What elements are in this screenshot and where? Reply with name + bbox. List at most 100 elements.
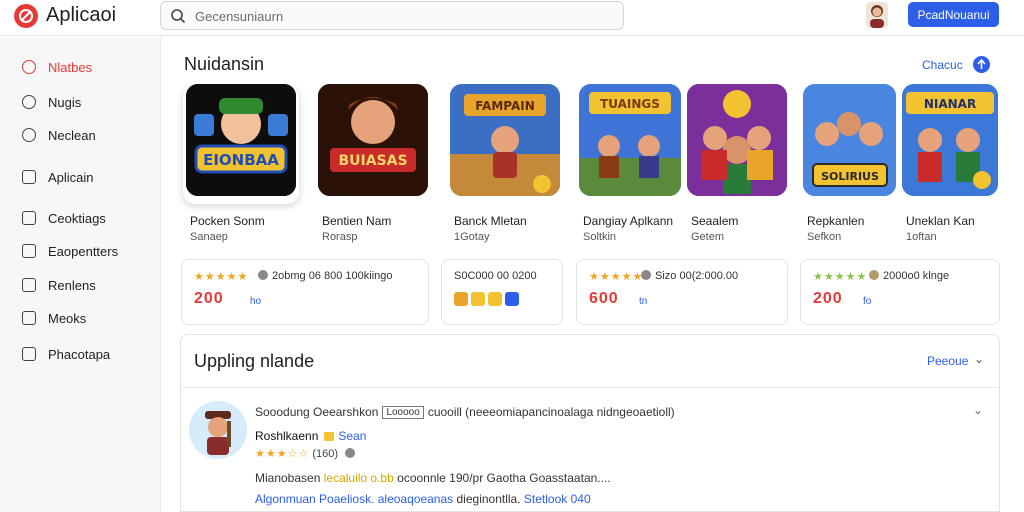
sidebar-item-label: Meoks bbox=[48, 310, 87, 326]
user-avatar[interactable] bbox=[866, 2, 888, 28]
panel-action-link[interactable]: Peeoue bbox=[927, 354, 968, 368]
game-subtitle: 1oftan bbox=[906, 231, 937, 243]
panel-title: Uppling nlande bbox=[194, 351, 315, 371]
game-thumbnail[interactable]: TUAINGS bbox=[579, 84, 681, 196]
rating-score: 200 bbox=[813, 290, 843, 308]
sidebar-item-4[interactable]: Ceoktiags bbox=[22, 208, 106, 228]
game-art-label: SOLIRIUS bbox=[821, 170, 879, 183]
game-subtitle: Sefkon bbox=[807, 231, 842, 243]
game-card-4[interactable]: Seaalem Getem bbox=[687, 84, 805, 250]
sidebar-item-label: Aplicain bbox=[48, 169, 94, 185]
document-icon bbox=[22, 170, 36, 184]
sidebar-item-7[interactable]: Meoks bbox=[22, 308, 86, 328]
circle-icon bbox=[22, 128, 36, 142]
sidebar-item-0[interactable]: Nlatbes bbox=[22, 57, 92, 77]
game-art-label: BUIASAS bbox=[338, 153, 407, 169]
info-icon bbox=[258, 270, 268, 280]
game-art-label: NIANAR bbox=[924, 97, 976, 111]
rating-stars: ★★★★★ bbox=[813, 271, 868, 283]
review-links: Algonmuan Poaeliosk. aleoaqoeanas diegin… bbox=[255, 492, 591, 506]
search-icon bbox=[171, 9, 186, 24]
sidebar-item-label: Ceoktiags bbox=[48, 210, 106, 226]
search-box[interactable] bbox=[160, 1, 624, 30]
game-thumbnail[interactable]: EIONBAA bbox=[186, 84, 296, 196]
game-art-label: EIONBAA bbox=[203, 151, 279, 169]
game-thumbnail[interactable]: SOLIRIUS bbox=[803, 84, 896, 196]
sidebar-item-label: Renlens bbox=[48, 277, 96, 293]
message-icon bbox=[22, 347, 36, 361]
game-thumbnail[interactable] bbox=[687, 84, 787, 196]
app-logo-icon[interactable] bbox=[14, 4, 38, 28]
sidebar-item-2[interactable]: Neclean bbox=[22, 125, 96, 145]
circle-icon bbox=[22, 95, 36, 109]
search-input[interactable] bbox=[195, 6, 595, 26]
book-icon bbox=[22, 311, 36, 325]
review-header-text: Sooodung Oeearshkon bbox=[255, 405, 379, 419]
review-stars: ★★★☆☆ bbox=[255, 448, 310, 460]
rating-score-value: 200 bbox=[194, 290, 224, 307]
review-rating: ★★★☆☆ (160) bbox=[255, 447, 359, 460]
section-title: Nuidansin bbox=[184, 54, 265, 74]
review-link[interactable]: Algonmuan Poaeliosk. aleoaqoeanas bbox=[255, 492, 453, 506]
rating-meta: 2obmg 06 800 100kiingo bbox=[258, 270, 392, 282]
game-subtitle: Sanaep bbox=[190, 231, 228, 243]
review-count: (160) bbox=[312, 448, 339, 460]
grid-icon bbox=[22, 244, 36, 258]
rating-badges bbox=[454, 292, 519, 306]
shield-icon bbox=[454, 292, 468, 306]
rating-stars: ★★★★★ bbox=[589, 271, 644, 283]
sidebar-item-label: Eaopentters bbox=[48, 243, 119, 259]
game-card-1[interactable]: BUIASAS Bentien Nam Rorasp bbox=[318, 84, 436, 250]
rating-card-0[interactable]: ★★★★★ 2obmg 06 800 100kiingo 200 ho bbox=[181, 259, 429, 325]
badge-icon bbox=[488, 292, 502, 306]
chevron-down-icon[interactable]: ⌄ bbox=[973, 403, 983, 417]
list-icon bbox=[22, 278, 36, 292]
game-name: Banck Mletan bbox=[454, 214, 527, 228]
game-card-6[interactable]: NIANAR Uneklan Kan 1oftan bbox=[902, 84, 1020, 250]
rating-meta: S0C000 00 0200 bbox=[454, 270, 537, 282]
review-header-detail: cuooill (neeeomiapancinoalaga nidngeoaet… bbox=[427, 405, 675, 419]
review-author-name[interactable]: Roshlkaenn bbox=[255, 429, 318, 443]
game-thumbnail[interactable]: FAMPAIN bbox=[450, 84, 560, 196]
review-tag: Looooo bbox=[382, 406, 424, 419]
primary-action-button[interactable]: PcadNouanui bbox=[908, 2, 999, 27]
sidebar-item-3[interactable]: Aplicain bbox=[22, 167, 94, 187]
game-subtitle: Getem bbox=[691, 231, 725, 243]
info-icon bbox=[869, 270, 879, 280]
arrow-up-icon[interactable] bbox=[973, 56, 990, 73]
game-subtitle: 1Gotay bbox=[454, 231, 490, 243]
rating-meta: Sizo 00(2:000.00 bbox=[641, 270, 738, 282]
game-thumbnail[interactable]: NIANAR bbox=[902, 84, 998, 196]
rating-meta: 2000o0 klnge bbox=[869, 270, 949, 282]
badge-icon bbox=[505, 292, 519, 306]
game-art-label: FAMPAIN bbox=[475, 99, 535, 113]
sidebar-item-5[interactable]: Eaopentters bbox=[22, 241, 118, 261]
sidebar-item-8[interactable]: Phacotapa bbox=[22, 344, 110, 364]
review-author-badge: Sean bbox=[338, 429, 367, 443]
rating-meta-text: 2obmg 06 800 100kiingo bbox=[272, 270, 393, 282]
game-name: Dangiay Aplkann bbox=[583, 214, 674, 228]
rating-score-value: 600 bbox=[589, 290, 619, 307]
sidebar-item-label: Nugis bbox=[48, 94, 82, 110]
chevron-down-icon[interactable]: ⌄ bbox=[974, 352, 984, 366]
sidebar-item-6[interactable]: Renlens bbox=[22, 275, 96, 295]
game-card-3[interactable]: TUAINGS Dangiay Aplkann Soltkin bbox=[579, 84, 697, 250]
review-link-text: dieginontlla. bbox=[456, 492, 521, 506]
game-card-0[interactable]: EIONBAA Pocken Sonm Sanaep bbox=[186, 84, 304, 250]
rating-meta-text: Sizo 00(2:000.00 bbox=[655, 270, 739, 282]
review-body: Mianobasen lecaluilo o.bb ocoonnle 190/p… bbox=[255, 471, 611, 485]
review-author: Roshlkaenn Sean bbox=[255, 429, 366, 443]
review-link[interactable]: Stetlook 040 bbox=[524, 492, 591, 506]
rating-unit: tn bbox=[639, 296, 648, 307]
game-card-2[interactable]: FAMPAIN Banck Mletan 1Gotay bbox=[450, 84, 568, 250]
sidebar-item-1[interactable]: Nugis bbox=[22, 92, 81, 112]
rating-card-1[interactable]: S0C000 00 0200 bbox=[441, 259, 563, 325]
divider bbox=[181, 387, 999, 388]
rating-card-2[interactable]: ★★★★★ Sizo 00(2:000.00 600 tn bbox=[576, 259, 788, 325]
game-thumbnail[interactable]: BUIASAS bbox=[318, 84, 428, 196]
reviewer-avatar[interactable] bbox=[189, 401, 247, 459]
badge-icon bbox=[471, 292, 485, 306]
rating-card-3[interactable]: ★★★★★ 2000o0 klnge 200 fo bbox=[800, 259, 1000, 325]
app-title: Aplicaoi bbox=[46, 4, 117, 26]
section-action-link[interactable]: Chacuc bbox=[922, 58, 963, 72]
